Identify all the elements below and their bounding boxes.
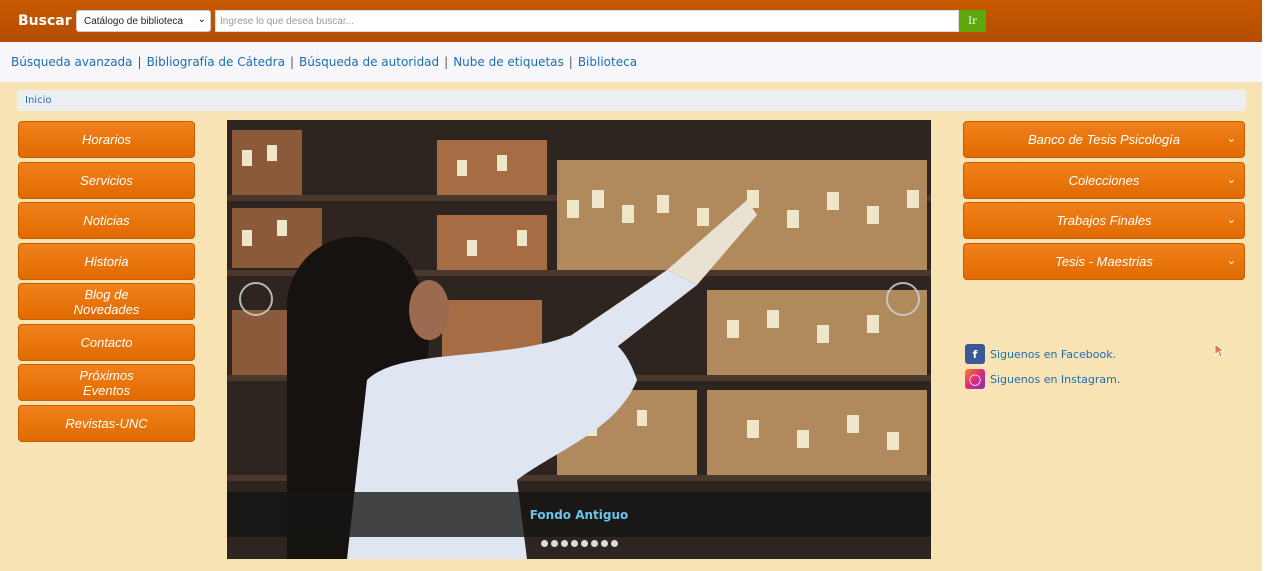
carousel-dot[interactable] bbox=[590, 540, 598, 547]
menu-colecciones-button[interactable]: Colecciones ⌄ bbox=[963, 162, 1245, 199]
carousel-dot[interactable] bbox=[600, 540, 608, 547]
catalog-select-value: Catálogo de biblioteca bbox=[84, 15, 183, 27]
chevron-down-icon: ⌄ bbox=[1226, 133, 1236, 145]
search-bar: Buscar Catálogo de biblioteca ⌄ Ingrese … bbox=[0, 0, 1262, 42]
menu-banco-tesis-label: Banco de Tesis Psicología bbox=[1027, 132, 1180, 147]
instagram-label: Siguenos en Instagram. bbox=[990, 372, 1121, 386]
menu-servicios-button[interactable]: Servicios bbox=[18, 162, 195, 199]
facebook-link[interactable]: f Siguenos en Facebook. bbox=[965, 344, 1116, 364]
search-label: Buscar bbox=[18, 13, 72, 29]
menu-noticias-button[interactable]: Noticias bbox=[18, 202, 195, 239]
menu-revistas-button[interactable]: Revistas-UNC bbox=[18, 405, 195, 442]
link-bibliografia[interactable]: Bibliografía de Cátedra bbox=[147, 55, 285, 69]
link-nube-etiquetas[interactable]: Nube de etiquetas bbox=[453, 55, 564, 69]
breadcrumb: Inicio bbox=[17, 90, 1246, 111]
carousel-dot[interactable] bbox=[610, 540, 618, 547]
chevron-down-icon: ⌄ bbox=[1226, 255, 1236, 267]
carousel-dot[interactable] bbox=[550, 540, 558, 547]
carousel-next-button[interactable] bbox=[886, 282, 920, 316]
catalog-select[interactable]: Catálogo de biblioteca ⌄ bbox=[76, 10, 211, 32]
menu-horarios-button[interactable]: Horarios bbox=[18, 121, 195, 158]
carousel-caption: Fondo Antiguo bbox=[529, 507, 629, 522]
menu-banco-tesis-button[interactable]: Banco de Tesis Psicología ⌄ bbox=[963, 121, 1245, 158]
carousel-dot[interactable] bbox=[580, 540, 588, 547]
search-placeholder: Ingrese lo que desea buscar... bbox=[220, 15, 354, 27]
search-input[interactable]: Ingrese lo que desea buscar... bbox=[215, 10, 959, 32]
go-button[interactable]: Ir bbox=[959, 10, 986, 32]
menu-tesis-maestrias-label: Tesis - Maestrias bbox=[1055, 254, 1153, 269]
menu-historia-button[interactable]: Historia bbox=[18, 243, 195, 280]
chevron-down-icon: ⌄ bbox=[197, 14, 206, 25]
link-biblioteca[interactable]: Biblioteca bbox=[578, 55, 637, 69]
link-busqueda-avanzada[interactable]: Búsqueda avanzada bbox=[11, 55, 133, 69]
facebook-label: Siguenos en Facebook. bbox=[990, 347, 1117, 361]
separator: | bbox=[289, 55, 294, 69]
chevron-down-icon: ⌄ bbox=[1226, 174, 1236, 186]
menu-contacto-button[interactable]: Contacto bbox=[18, 324, 195, 361]
menu-tesis-maestrias-button[interactable]: Tesis - Maestrias ⌄ bbox=[963, 243, 1245, 280]
separator: | bbox=[444, 55, 449, 69]
instagram-link[interactable]: ◯ Siguenos en Instagram. bbox=[965, 369, 1120, 389]
mouse-cursor-icon bbox=[1214, 343, 1226, 358]
carousel-indicators bbox=[227, 540, 931, 547]
link-busqueda-autoridad[interactable]: Búsqueda de autoridad bbox=[299, 55, 439, 69]
carousel-dot[interactable] bbox=[570, 540, 578, 547]
carousel-dot[interactable] bbox=[540, 540, 548, 547]
menu-colecciones-label: Colecciones bbox=[1068, 173, 1140, 188]
nav-links: Búsqueda avanzada | Bibliografía de Cáte… bbox=[0, 42, 1262, 82]
menu-eventos-button[interactable]: Próximos Eventos bbox=[18, 364, 195, 401]
carousel-caption-band: Fondo Antiguo bbox=[227, 492, 931, 537]
facebook-icon: f bbox=[965, 344, 985, 364]
image-carousel: Fondo Antiguo bbox=[227, 120, 931, 559]
carousel-prev-button[interactable] bbox=[239, 282, 273, 316]
separator: | bbox=[137, 55, 142, 69]
separator: | bbox=[568, 55, 573, 69]
menu-blog-button[interactable]: Blog de Novedades bbox=[18, 283, 195, 320]
breadcrumb-home-link[interactable]: Inicio bbox=[25, 95, 51, 106]
instagram-icon: ◯ bbox=[965, 369, 985, 389]
menu-trabajos-finales-button[interactable]: Trabajos Finales ⌄ bbox=[963, 202, 1245, 239]
main-content: Inicio Horarios Servicios Noticias Histo… bbox=[0, 82, 1262, 571]
menu-trabajos-finales-label: Trabajos Finales bbox=[1056, 213, 1152, 228]
chevron-down-icon: ⌄ bbox=[1226, 214, 1236, 226]
carousel-dot[interactable] bbox=[560, 540, 568, 547]
